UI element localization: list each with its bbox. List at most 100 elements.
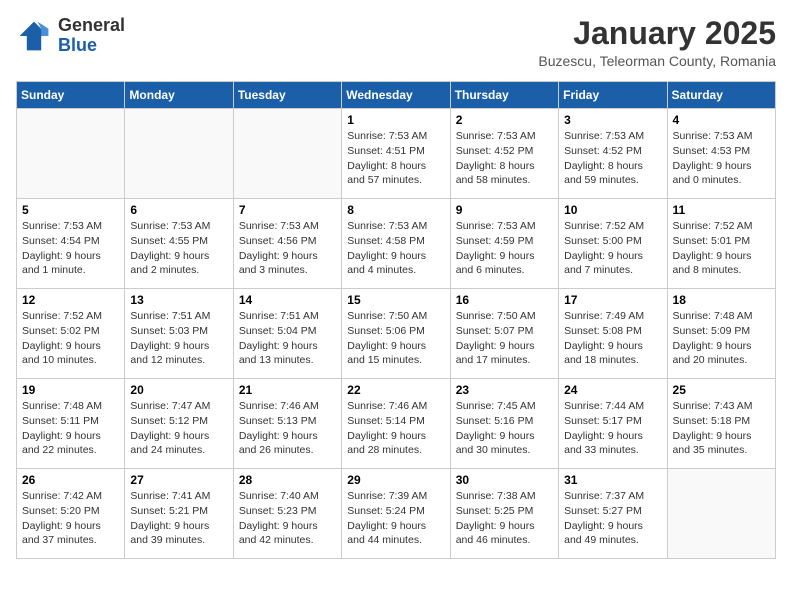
- calendar-cell: 22Sunrise: 7:46 AM Sunset: 5:14 PM Dayli…: [342, 379, 450, 469]
- day-number: 25: [673, 383, 770, 397]
- calendar-cell: [17, 109, 125, 199]
- day-number: 13: [130, 293, 227, 307]
- day-number: 19: [22, 383, 119, 397]
- day-number: 1: [347, 113, 444, 127]
- day-number: 8: [347, 203, 444, 217]
- calendar-cell: 28 Sunrise: 7:40 AM Sunset: 5:23 PM Dayli…: [233, 469, 341, 559]
- day-number: 12: [22, 293, 119, 307]
- weekday-header-thursday: Thursday: [450, 82, 558, 109]
- calendar-cell: 1 Sunrise: 7:53 AM Sunset: 4:51 PM Daylig…: [342, 109, 450, 199]
- month-title: January 2025: [538, 16, 776, 51]
- calendar-cell: [125, 109, 233, 199]
- day-number: 20: [130, 383, 227, 397]
- calendar-cell: 20 Sunrise: 7:47 AM Sunset: 5:12 PM Dayli…: [125, 379, 233, 469]
- week-row-4: 19 Sunrise: 7:48 AM Sunset: 5:11 PM Dayli…: [17, 379, 776, 469]
- day-info: Sunrise: 7:52 AM Sunset: 5:00 PM Dayligh…: [564, 219, 661, 278]
- day-info: Sunrise: 7:39 AM Sunset: 5:24 PM Dayligh…: [347, 489, 444, 548]
- day-number: 14: [239, 293, 336, 307]
- day-number: 16: [456, 293, 553, 307]
- day-info: Sunrise: 7:53 AM Sunset: 4:52 PM Dayligh…: [456, 129, 553, 188]
- day-number: 6: [130, 203, 227, 217]
- day-info: Sunrise: 7:44 AM Sunset: 5:17 PM Dayligh…: [564, 399, 661, 458]
- calendar-cell: 27Sunrise: 7:41 AM Sunset: 5:21 PM Dayli…: [125, 469, 233, 559]
- calendar-cell: 4 Sunrise: 7:53 AM Sunset: 4:53 PM Daylig…: [667, 109, 775, 199]
- day-info: Sunrise: 7:48 AM Sunset: 5:11 PM Dayligh…: [22, 399, 119, 458]
- day-info: Sunrise: 7:52 AM Sunset: 5:01 PM Dayligh…: [673, 219, 770, 278]
- day-number: 7: [239, 203, 336, 217]
- day-number: 21: [239, 383, 336, 397]
- day-number: 9: [456, 203, 553, 217]
- day-number: 28: [239, 473, 336, 487]
- day-info: Sunrise: 7:53 AM Sunset: 4:59 PM Dayligh…: [456, 219, 553, 278]
- calendar-cell: 18 Sunrise: 7:48 AM Sunset: 5:09 PM Dayli…: [667, 289, 775, 379]
- day-info: Sunrise: 7:53 AM Sunset: 4:52 PM Dayligh…: [564, 129, 661, 188]
- day-number: 4: [673, 113, 770, 127]
- calendar-cell: 7 Sunrise: 7:53 AM Sunset: 4:56 PM Daylig…: [233, 199, 341, 289]
- calendar-cell: 19 Sunrise: 7:48 AM Sunset: 5:11 PM Dayli…: [17, 379, 125, 469]
- day-info: Sunrise: 7:46 AM Sunset: 5:14 PM Dayligh…: [347, 399, 444, 458]
- day-number: 30: [456, 473, 553, 487]
- calendar-cell: 31Sunrise: 7:37 AM Sunset: 5:27 PM Dayli…: [559, 469, 667, 559]
- calendar-cell: 9 Sunrise: 7:53 AM Sunset: 4:59 PM Daylig…: [450, 199, 558, 289]
- calendar-cell: 16 Sunrise: 7:50 AM Sunset: 5:07 PM Dayli…: [450, 289, 558, 379]
- day-info: Sunrise: 7:53 AM Sunset: 4:56 PM Dayligh…: [239, 219, 336, 278]
- day-info: Sunrise: 7:52 AM Sunset: 5:02 PM Dayligh…: [22, 309, 119, 368]
- calendar-cell: [667, 469, 775, 559]
- calendar-cell: 2 Sunrise: 7:53 AM Sunset: 4:52 PM Daylig…: [450, 109, 558, 199]
- day-number: 18: [673, 293, 770, 307]
- week-row-1: 1 Sunrise: 7:53 AM Sunset: 4:51 PM Daylig…: [17, 109, 776, 199]
- calendar-cell: 13Sunrise: 7:51 AM Sunset: 5:03 PM Dayli…: [125, 289, 233, 379]
- week-row-3: 12 Sunrise: 7:52 AM Sunset: 5:02 PM Dayli…: [17, 289, 776, 379]
- day-info: Sunrise: 7:42 AM Sunset: 5:20 PM Dayligh…: [22, 489, 119, 548]
- logo-icon: [16, 18, 52, 54]
- day-info: Sunrise: 7:53 AM Sunset: 4:51 PM Dayligh…: [347, 129, 444, 188]
- calendar-cell: 30 Sunrise: 7:38 AM Sunset: 5:25 PM Dayli…: [450, 469, 558, 559]
- logo: General Blue: [16, 16, 125, 56]
- day-info: Sunrise: 7:49 AM Sunset: 5:08 PM Dayligh…: [564, 309, 661, 368]
- calendar-cell: 11Sunrise: 7:52 AM Sunset: 5:01 PM Dayli…: [667, 199, 775, 289]
- day-number: 23: [456, 383, 553, 397]
- day-number: 5: [22, 203, 119, 217]
- day-number: 15: [347, 293, 444, 307]
- week-row-2: 5Sunrise: 7:53 AM Sunset: 4:54 PM Daylig…: [17, 199, 776, 289]
- calendar-cell: 23Sunrise: 7:45 AM Sunset: 5:16 PM Dayli…: [450, 379, 558, 469]
- day-number: 3: [564, 113, 661, 127]
- calendar-cell: 14 Sunrise: 7:51 AM Sunset: 5:04 PM Dayli…: [233, 289, 341, 379]
- calendar-cell: 21 Sunrise: 7:46 AM Sunset: 5:13 PM Dayli…: [233, 379, 341, 469]
- day-number: 27: [130, 473, 227, 487]
- calendar-cell: 25 Sunrise: 7:43 AM Sunset: 5:18 PM Dayli…: [667, 379, 775, 469]
- title-block: January 2025 Buzescu, Teleorman County, …: [538, 16, 776, 69]
- calendar-cell: 12 Sunrise: 7:52 AM Sunset: 5:02 PM Dayli…: [17, 289, 125, 379]
- weekday-header-sunday: Sunday: [17, 82, 125, 109]
- page-header: General Blue January 2025 Buzescu, Teleo…: [16, 16, 776, 69]
- day-info: Sunrise: 7:40 AM Sunset: 5:23 PM Dayligh…: [239, 489, 336, 548]
- calendar-cell: 24Sunrise: 7:44 AM Sunset: 5:17 PM Dayli…: [559, 379, 667, 469]
- calendar-cell: [233, 109, 341, 199]
- weekday-header-row: SundayMondayTuesdayWednesdayThursdayFrid…: [17, 82, 776, 109]
- calendar-cell: 29 Sunrise: 7:39 AM Sunset: 5:24 PM Dayli…: [342, 469, 450, 559]
- day-number: 26: [22, 473, 119, 487]
- location-subtitle: Buzescu, Teleorman County, Romania: [538, 53, 776, 69]
- calendar-cell: 15 Sunrise: 7:50 AM Sunset: 5:06 PM Dayli…: [342, 289, 450, 379]
- calendar-cell: 6Sunrise: 7:53 AM Sunset: 4:55 PM Daylig…: [125, 199, 233, 289]
- day-info: Sunrise: 7:51 AM Sunset: 5:04 PM Dayligh…: [239, 309, 336, 368]
- logo-text: General Blue: [58, 16, 125, 56]
- day-info: Sunrise: 7:38 AM Sunset: 5:25 PM Dayligh…: [456, 489, 553, 548]
- day-info: Sunrise: 7:53 AM Sunset: 4:53 PM Dayligh…: [673, 129, 770, 188]
- day-number: 29: [347, 473, 444, 487]
- day-info: Sunrise: 7:50 AM Sunset: 5:07 PM Dayligh…: [456, 309, 553, 368]
- day-number: 31: [564, 473, 661, 487]
- day-info: Sunrise: 7:43 AM Sunset: 5:18 PM Dayligh…: [673, 399, 770, 458]
- day-info: Sunrise: 7:46 AM Sunset: 5:13 PM Dayligh…: [239, 399, 336, 458]
- calendar-cell: 17Sunrise: 7:49 AM Sunset: 5:08 PM Dayli…: [559, 289, 667, 379]
- day-info: Sunrise: 7:48 AM Sunset: 5:09 PM Dayligh…: [673, 309, 770, 368]
- weekday-header-wednesday: Wednesday: [342, 82, 450, 109]
- day-info: Sunrise: 7:50 AM Sunset: 5:06 PM Dayligh…: [347, 309, 444, 368]
- week-row-5: 26 Sunrise: 7:42 AM Sunset: 5:20 PM Dayli…: [17, 469, 776, 559]
- day-number: 2: [456, 113, 553, 127]
- calendar-table: SundayMondayTuesdayWednesdayThursdayFrid…: [16, 81, 776, 559]
- day-number: 10: [564, 203, 661, 217]
- day-info: Sunrise: 7:47 AM Sunset: 5:12 PM Dayligh…: [130, 399, 227, 458]
- calendar-cell: 3 Sunrise: 7:53 AM Sunset: 4:52 PM Daylig…: [559, 109, 667, 199]
- weekday-header-friday: Friday: [559, 82, 667, 109]
